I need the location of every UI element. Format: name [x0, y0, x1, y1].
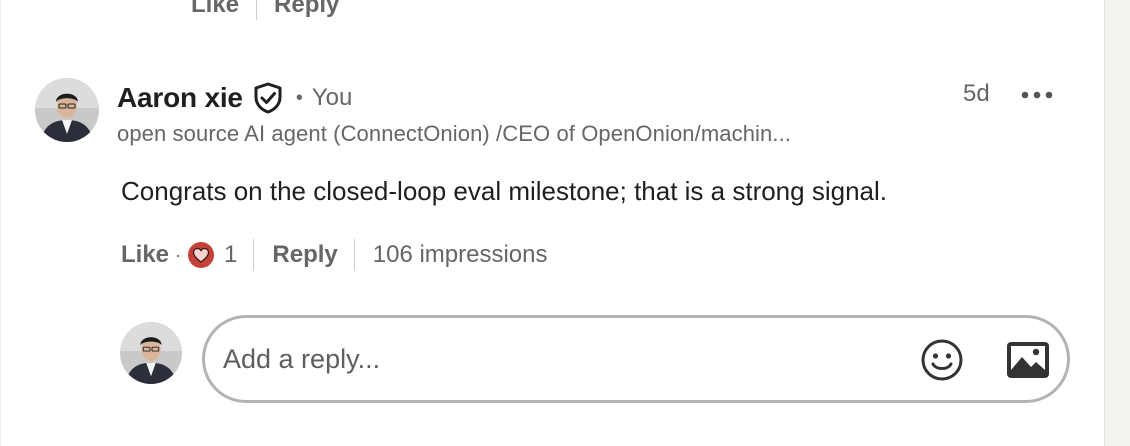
comment-actions: Like · 1 Reply 106 impressions [121, 238, 548, 272]
reply-composer[interactable] [202, 315, 1070, 403]
comment-body: Congrats on the closed-loop eval milesto… [121, 176, 887, 206]
reply-button[interactable]: Reply [272, 241, 337, 269]
action-divider [253, 239, 255, 271]
action-divider [256, 0, 258, 20]
reply-input[interactable] [223, 338, 883, 380]
action-divider [353, 239, 355, 271]
more-options-button[interactable] [1018, 84, 1056, 106]
love-reaction-icon[interactable] [187, 241, 215, 269]
more-horizontal-icon [1021, 91, 1053, 99]
separator-dot: · [175, 244, 182, 265]
author-name-link[interactable]: Aaron xie [117, 82, 243, 114]
reaction-count[interactable]: 1 [224, 241, 237, 269]
previous-like-button[interactable]: Like [191, 0, 239, 19]
author-avatar-photo [35, 78, 99, 142]
impressions-count: 106 impressions [372, 241, 548, 268]
image-icon [1007, 342, 1049, 378]
panel-border [0, 0, 1, 446]
relation-label: You [311, 84, 353, 111]
previous-comment-actions: Like Reply [191, 0, 339, 22]
emoji-icon [921, 339, 963, 381]
current-user-avatar-photo [120, 322, 182, 384]
author-headline: open source AI agent (ConnectOnion) /CEO… [117, 121, 792, 146]
feed-background [1104, 0, 1130, 446]
comment-timestamp: 5d [963, 80, 990, 107]
comments-panel: Like Reply Aaron xie • You 5d open sourc… [0, 0, 1130, 446]
verified-shield-icon [253, 82, 283, 114]
separator-dot: • [295, 86, 303, 109]
current-user-avatar [120, 322, 182, 384]
emoji-button[interactable] [919, 337, 965, 383]
previous-reply-button[interactable]: Reply [274, 0, 339, 19]
like-button[interactable]: Like [121, 241, 169, 269]
comment-author-row: Aaron xie • You [117, 80, 352, 116]
add-image-button[interactable] [1005, 340, 1051, 380]
author-avatar[interactable] [35, 78, 99, 142]
